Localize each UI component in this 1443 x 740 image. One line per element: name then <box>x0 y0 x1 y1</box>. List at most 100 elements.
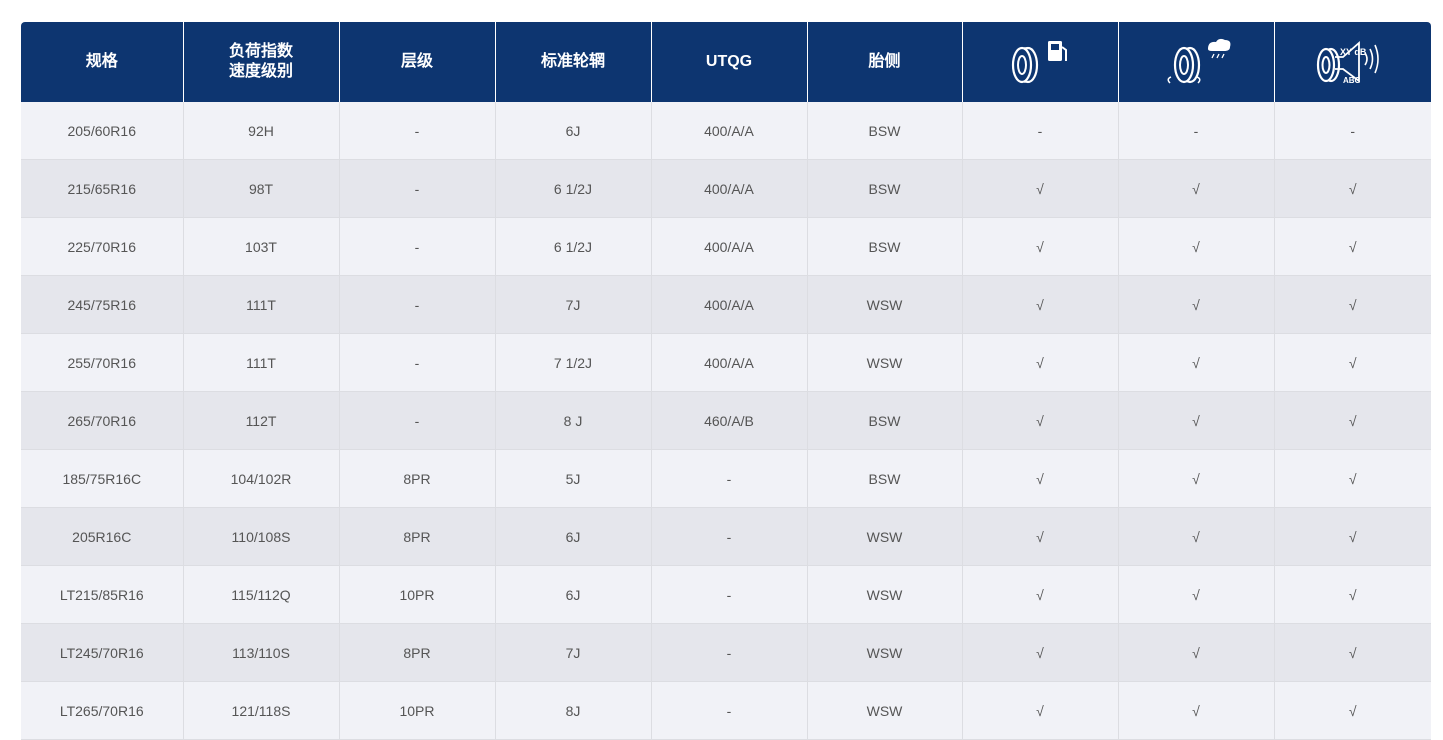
header-fuel <box>962 22 1119 102</box>
tire-spec-table: 规格 负荷指数 速度级别 层级 标准轮辋 UTQG 胎侧 XY dB ABC 2… <box>21 22 1431 740</box>
table-row: LT245/70R16 113/110S 8PR 7J - WSW √ √ √ <box>21 623 1431 682</box>
cell-load: 103T <box>183 217 340 276</box>
cell-spec: 205R16C <box>21 507 184 566</box>
header-wet <box>1118 22 1275 102</box>
cell-noise: √ <box>1274 159 1431 218</box>
cell-noise: √ <box>1274 565 1431 624</box>
cell-ply: 10PR <box>339 565 496 624</box>
header-utqg: UTQG <box>651 22 808 102</box>
cell-utqg: 400/A/A <box>651 102 808 160</box>
cell-sidewall: BSW <box>807 449 963 508</box>
cell-utqg: 400/A/A <box>651 217 808 276</box>
cell-fuel: √ <box>962 391 1119 450</box>
header-sidewall: 胎侧 <box>807 22 963 102</box>
cell-utqg: - <box>651 681 808 740</box>
cell-noise: √ <box>1274 391 1431 450</box>
cell-sidewall: WSW <box>807 333 963 392</box>
table-row: 205R16C 110/108S 8PR 6J - WSW √ √ √ <box>21 507 1431 566</box>
cell-rim: 6 1/2J <box>495 159 652 218</box>
cell-sidewall: WSW <box>807 275 963 334</box>
cell-utqg: 400/A/A <box>651 275 808 334</box>
cell-noise: - <box>1274 102 1431 160</box>
cell-fuel: √ <box>962 565 1119 624</box>
header-rim: 标准轮辋 <box>495 22 652 102</box>
cell-wet: √ <box>1118 275 1275 334</box>
cell-wet: - <box>1118 102 1275 160</box>
table-row: 255/70R16 111T -7 1/2J 400/A/A WSW √ √ √ <box>21 333 1431 392</box>
cell-sidewall: BSW <box>807 159 963 218</box>
cell-ply: - <box>339 102 496 160</box>
cell-rim: 6 1/2J <box>495 217 652 276</box>
table-row: 265/70R16 112T -8 J 460/A/B BSW √ √ √ <box>21 391 1431 450</box>
cell-ply: - <box>339 391 496 450</box>
cell-noise: √ <box>1274 275 1431 334</box>
cell-sidewall: BSW <box>807 391 963 450</box>
cell-fuel: - <box>962 102 1119 160</box>
cell-spec: LT215/85R16 <box>21 565 184 624</box>
cell-spec: LT265/70R16 <box>21 681 184 740</box>
cell-fuel: √ <box>962 681 1119 740</box>
noise-icon-rating-label: ABC <box>1343 76 1361 85</box>
cell-ply: 8PR <box>339 449 496 508</box>
table-row: 205/60R16 92H -6J 400/A/A BSW - - - <box>21 102 1431 160</box>
cell-rim: 6J <box>495 565 652 624</box>
cell-wet: √ <box>1118 507 1275 566</box>
header-speed-rating: 速度级别 <box>228 63 293 80</box>
cell-wet: √ <box>1118 391 1275 450</box>
cell-spec: 245/75R16 <box>21 275 184 334</box>
cell-load: 98T <box>183 159 340 218</box>
table-body: 205/60R16 92H -6J 400/A/A BSW - - -215/65R16 98T… <box>21 102 1431 740</box>
cell-spec: 265/70R16 <box>21 391 184 450</box>
table-row: LT265/70R16 121/118S 10PR 8J - WSW √ √ √ <box>21 681 1431 740</box>
cell-noise: √ <box>1274 217 1431 276</box>
cell-ply: - <box>339 275 496 334</box>
cell-rim: 6J <box>495 102 652 160</box>
cell-sidewall: WSW <box>807 507 963 566</box>
cell-ply: - <box>339 333 496 392</box>
cell-wet: √ <box>1118 565 1275 624</box>
cell-noise: √ <box>1274 333 1431 392</box>
cell-rim: 7 1/2J <box>495 333 652 392</box>
cell-wet: √ <box>1118 217 1275 276</box>
cell-fuel: √ <box>962 623 1119 682</box>
cell-load: 115/112Q <box>183 565 340 624</box>
cell-rim: 6J <box>495 507 652 566</box>
cell-ply: - <box>339 159 496 218</box>
cell-fuel: √ <box>962 159 1119 218</box>
header-spec: 规格 <box>21 22 184 102</box>
noise-icon-class-label: XY dB <box>1340 47 1367 57</box>
cell-utqg: 460/A/B <box>651 391 808 450</box>
cell-noise: √ <box>1274 623 1431 682</box>
cell-load: 121/118S <box>183 681 340 740</box>
cell-noise: √ <box>1274 507 1431 566</box>
tire-wet-grip-icon <box>1167 38 1231 84</box>
cell-load: 111T <box>183 333 340 392</box>
cell-ply: 8PR <box>339 507 496 566</box>
cell-rim: 5J <box>495 449 652 508</box>
cell-ply: 8PR <box>339 623 496 682</box>
cell-fuel: √ <box>962 507 1119 566</box>
cell-load: 92H <box>183 102 340 160</box>
cell-utqg: - <box>651 507 808 566</box>
cell-fuel: √ <box>962 449 1119 508</box>
cell-wet: √ <box>1118 333 1275 392</box>
header-load-index: 负荷指数 <box>228 43 293 60</box>
cell-spec: 205/60R16 <box>21 102 184 160</box>
table-row: 225/70R16 103T -6 1/2J 400/A/A BSW √ √ √ <box>21 217 1431 276</box>
cell-rim: 8 J <box>495 391 652 450</box>
cell-fuel: √ <box>962 275 1119 334</box>
header-load-speed: 负荷指数 速度级别 <box>183 22 340 102</box>
cell-wet: √ <box>1118 159 1275 218</box>
cell-utqg: - <box>651 449 808 508</box>
table-row: 185/75R16C 104/102R 8PR 5J - BSW √ √ √ <box>21 449 1431 508</box>
table-header-row: 规格 负荷指数 速度级别 层级 标准轮辋 UTQG 胎侧 XY dB ABC <box>21 22 1431 102</box>
cell-load: 113/110S <box>183 623 340 682</box>
cell-load: 104/102R <box>183 449 340 508</box>
cell-load: 110/108S <box>183 507 340 566</box>
tire-noise-icon: XY dB ABC <box>1316 41 1379 85</box>
cell-ply: - <box>339 217 496 276</box>
header-ply: 层级 <box>339 22 496 102</box>
cell-wet: √ <box>1118 623 1275 682</box>
cell-spec: 215/65R16 <box>21 159 184 218</box>
cell-wet: √ <box>1118 681 1275 740</box>
